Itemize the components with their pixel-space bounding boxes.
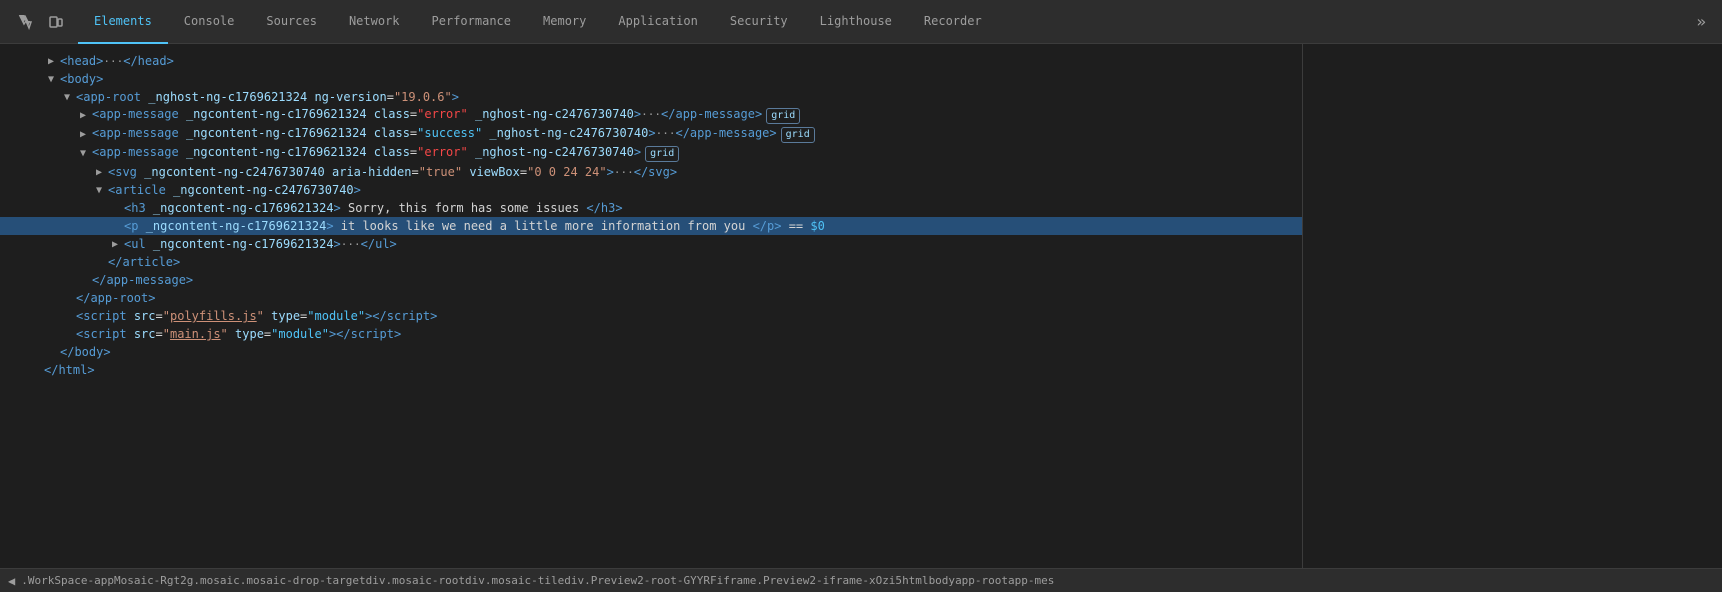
breadcrumb-item[interactable]: body — [929, 574, 956, 587]
collapse-triangle[interactable] — [48, 74, 60, 85]
dom-node-content: <body> — [60, 72, 103, 86]
device-toolbar-icon[interactable] — [42, 8, 70, 36]
breadcrumb-item[interactable]: div.Preview2-root-GYYRF — [564, 574, 716, 587]
breadcrumb-left-arrow[interactable]: ◀ — [8, 574, 15, 588]
dom-line[interactable]: <p _ngcontent-ng-c1769621324> it looks l… — [0, 217, 1302, 235]
dom-node-content: <app-message _ngcontent-ng-c1769621324 c… — [92, 107, 800, 124]
more-tabs-icon[interactable]: » — [1684, 12, 1718, 31]
dom-node-content: <script src="main.js" type="module"></sc… — [76, 327, 401, 341]
breadcrumb-items: .WorkSpace-appMosaic-Rgt2g.mosaic.mosaic… — [21, 574, 1054, 587]
dom-node-content: <ul _ngcontent-ng-c1769621324>···</ul> — [124, 237, 397, 251]
breadcrumb-item[interactable]: app-root — [955, 574, 1008, 587]
dom-line[interactable]: </html> — [0, 361, 1302, 379]
dom-node-content: </app-message> — [92, 273, 193, 287]
tab-security[interactable]: Security — [714, 0, 804, 44]
dom-line[interactable]: </app-message> — [0, 271, 1302, 289]
tab-sources[interactable]: Sources — [250, 0, 333, 44]
tab-memory[interactable]: Memory — [527, 0, 602, 44]
dom-line[interactable]: <script src="main.js" type="module"></sc… — [0, 325, 1302, 343]
collapse-triangle[interactable] — [96, 185, 108, 196]
breadcrumb-item[interactable]: .WorkSpace-appMosaic-Rgt2g.mosaic.mosaic… — [21, 574, 365, 587]
dom-line[interactable]: </app-root> — [0, 289, 1302, 307]
tab-list: ElementsConsoleSourcesNetworkPerformance… — [78, 0, 998, 44]
dom-line[interactable]: <article _ngcontent-ng-c2476730740> — [0, 181, 1302, 199]
expand-triangle[interactable] — [80, 110, 92, 121]
dom-line[interactable]: <app-message _ngcontent-ng-c1769621324 c… — [0, 125, 1302, 144]
tab-recorder[interactable]: Recorder — [908, 0, 998, 44]
toolbar-icons — [4, 8, 78, 36]
tab-elements[interactable]: Elements — [78, 0, 168, 44]
dom-node-content: <svg _ngcontent-ng-c2476730740 aria-hidd… — [108, 165, 677, 179]
dom-line[interactable]: <head>···</head> — [0, 52, 1302, 70]
dom-line[interactable]: <ul _ngcontent-ng-c1769621324>···</ul> — [0, 235, 1302, 253]
main-area: <head>···</head> <body> <app-root _nghost-… — [0, 44, 1722, 568]
inspect-element-icon[interactable] — [12, 8, 40, 36]
dom-node-content: <app-root _nghost-ng-c1769621324 ng-vers… — [76, 90, 459, 104]
dom-line[interactable]: <app-message _ngcontent-ng-c1769621324 c… — [0, 106, 1302, 125]
breadcrumb-item[interactable]: div.mosaic-tile — [465, 574, 564, 587]
status-bar: ◀ .WorkSpace-appMosaic-Rgt2g.mosaic.mosa… — [0, 568, 1722, 592]
breadcrumb-item[interactable]: app-mes — [1008, 574, 1054, 587]
styles-panel — [1302, 44, 1722, 568]
tab-lighthouse[interactable]: Lighthouse — [804, 0, 908, 44]
dom-node-content: <app-message _ngcontent-ng-c1769621324 c… — [92, 126, 815, 143]
dom-panel[interactable]: <head>···</head> <body> <app-root _nghost-… — [0, 44, 1302, 568]
dom-line[interactable]: <app-message _ngcontent-ng-c1769621324 c… — [0, 144, 1302, 163]
dom-line[interactable]: <body> — [0, 70, 1302, 88]
dom-node-content: <p _ngcontent-ng-c1769621324> it looks l… — [124, 219, 825, 233]
expand-triangle[interactable] — [112, 239, 124, 250]
dom-node-content: </body> — [60, 345, 111, 359]
dom-line[interactable]: <svg _ngcontent-ng-c2476730740 aria-hidd… — [0, 163, 1302, 181]
expand-triangle[interactable] — [48, 56, 60, 67]
dom-node-content: </article> — [108, 255, 180, 269]
breadcrumb-item[interactable]: html — [902, 574, 929, 587]
breadcrumb-item[interactable]: iframe.Preview2-iframe-xOzi5 — [717, 574, 902, 587]
expand-triangle[interactable] — [96, 167, 108, 178]
dom-node-content: <head>···</head> — [60, 54, 174, 68]
expand-triangle[interactable] — [80, 129, 92, 140]
dom-node-content: <app-message _ngcontent-ng-c1769621324 c… — [92, 145, 679, 162]
dom-node-content: <h3 _ngcontent-ng-c1769621324> Sorry, th… — [124, 201, 623, 215]
tab-bar: ElementsConsoleSourcesNetworkPerformance… — [0, 0, 1722, 44]
dom-node-content: <script src="polyfills.js" type="module"… — [76, 309, 437, 323]
dom-line[interactable]: <script src="polyfills.js" type="module"… — [0, 307, 1302, 325]
dom-node-content: <article _ngcontent-ng-c2476730740> — [108, 183, 361, 197]
dom-node-content: </app-root> — [76, 291, 155, 305]
dom-line[interactable]: </body> — [0, 343, 1302, 361]
tab-application[interactable]: Application — [602, 0, 713, 44]
dom-line[interactable]: <app-root _nghost-ng-c1769621324 ng-vers… — [0, 88, 1302, 106]
tab-network[interactable]: Network — [333, 0, 416, 44]
breadcrumb-item[interactable]: div.mosaic-root — [366, 574, 465, 587]
collapse-triangle[interactable] — [64, 92, 76, 103]
tab-console[interactable]: Console — [168, 0, 251, 44]
dom-line[interactable]: <h3 _ngcontent-ng-c1769621324> Sorry, th… — [0, 199, 1302, 217]
tab-performance[interactable]: Performance — [416, 0, 527, 44]
dom-line[interactable]: </article> — [0, 253, 1302, 271]
dom-node-content: </html> — [44, 363, 95, 377]
dom-tree: <head>···</head> <body> <app-root _nghost-… — [0, 52, 1302, 379]
collapse-triangle[interactable] — [80, 148, 92, 159]
